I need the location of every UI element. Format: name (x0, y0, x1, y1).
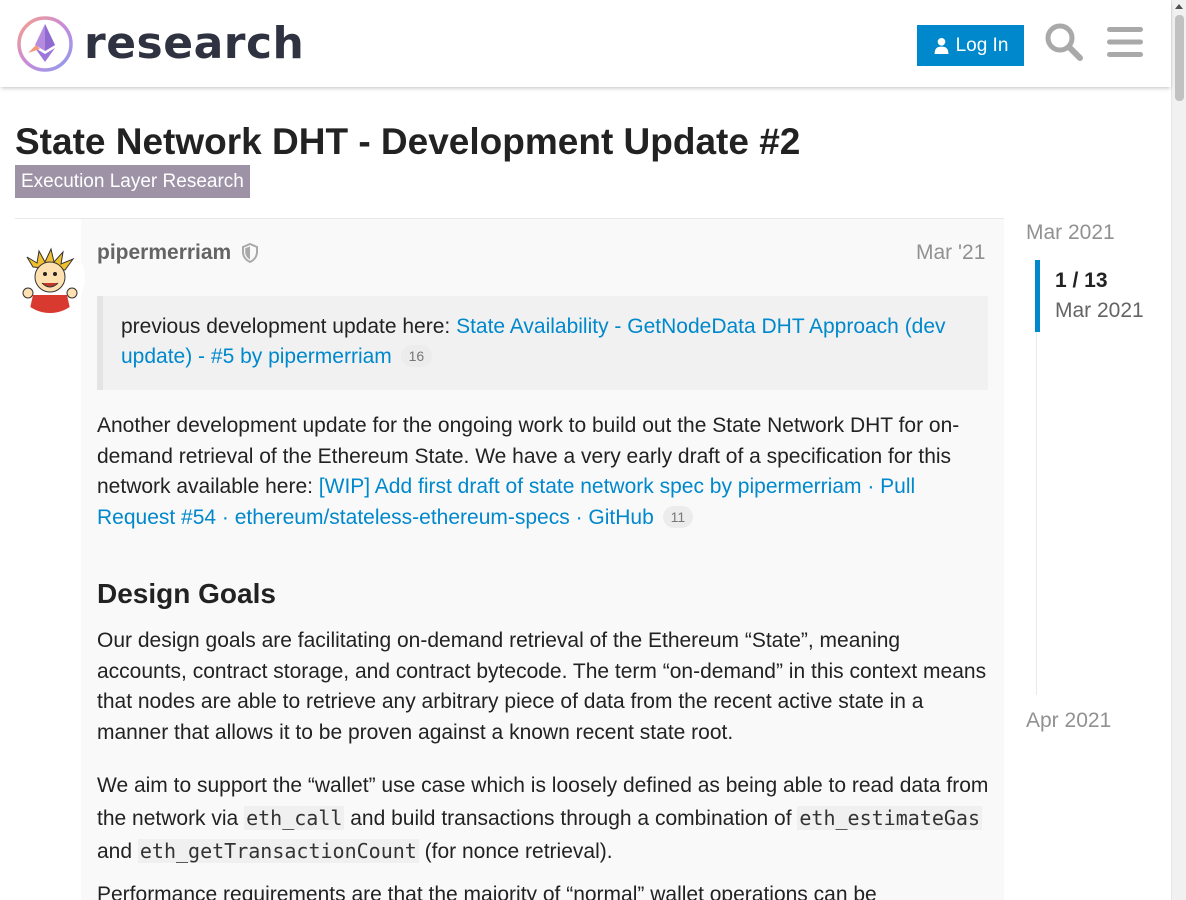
login-button-label: Log In (955, 34, 1009, 56)
paragraph-wallet-text-d: (for nonce retrieval). (418, 840, 613, 863)
quote-text: previous development update here: (121, 315, 457, 338)
paragraph-wallet-text-b: and build transactions through a combina… (344, 807, 798, 830)
link-click-count: 16 (400, 345, 433, 367)
category-badge[interactable]: Execution Layer Research (15, 165, 250, 198)
avatar[interactable] (15, 243, 85, 313)
post-date[interactable]: Mar '21 (916, 240, 985, 266)
ethereum-research-logo-icon (17, 16, 73, 72)
timeline-handle[interactable] (1035, 260, 1040, 332)
quote-block: previous development update here: State … (97, 296, 988, 390)
timeline-current-date: Mar 2021 (1055, 299, 1144, 322)
scrollbar-thumb[interactable] (1175, 15, 1184, 101)
search-icon[interactable] (1042, 20, 1086, 64)
shield-icon (242, 243, 258, 263)
paragraph-wallet-text-c: and (97, 840, 138, 863)
code-eth-estimategas: eth_estimateGas (797, 806, 982, 830)
user-avatar-icon (15, 243, 85, 313)
paragraph-wallet: We aim to support the “wallet” use case … (97, 770, 992, 868)
code-eth-call: eth_call (244, 806, 345, 830)
hamburger-menu-icon[interactable] (1103, 20, 1147, 64)
link-click-count: 11 (662, 505, 694, 528)
site-logo[interactable]: research (16, 14, 304, 74)
timeline-position: 1 / 13 (1055, 269, 1108, 292)
paragraph-intro: Another development update for the ongoi… (97, 411, 992, 533)
paragraph-performance: Performance requirements are that the ma… (97, 883, 877, 900)
site-header: research Log In (0, 0, 1171, 87)
post-username[interactable]: pipermerriam (97, 240, 231, 266)
section-heading: Design Goals (97, 578, 276, 609)
page-scrollbar[interactable] (1171, 0, 1186, 900)
timeline-start-date[interactable]: Mar 2021 (1026, 220, 1115, 246)
login-button[interactable]: Log In (917, 25, 1024, 66)
timeline-end-date[interactable]: Apr 2021 (1026, 708, 1111, 734)
paragraph-design-goals: Our design goals are facilitating on-dem… (97, 629, 987, 744)
logo-text: research (84, 18, 305, 69)
topic-title[interactable]: State Network DHT - Development Update #… (15, 120, 800, 164)
code-eth-gettransactioncount: eth_getTransactionCount (137, 839, 419, 863)
scroll-up-arrow-icon[interactable] (1175, 4, 1183, 9)
user-icon (934, 37, 948, 54)
